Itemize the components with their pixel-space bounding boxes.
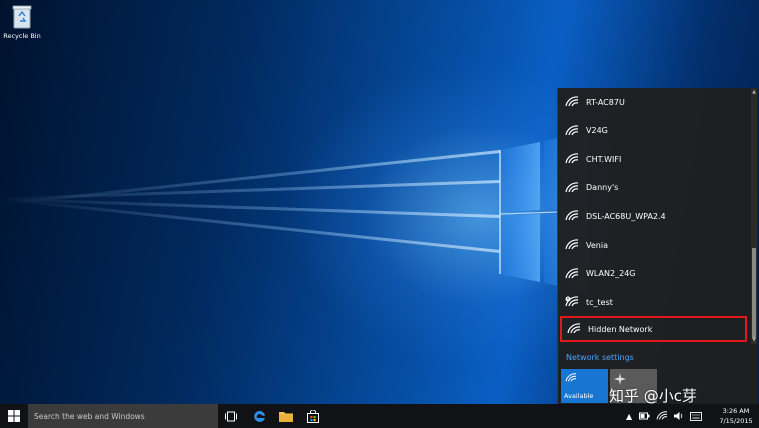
network-item[interactable]: tc_test (558, 288, 748, 316)
volume-icon[interactable] (674, 411, 684, 421)
recycle-bin-icon (12, 5, 32, 29)
recycle-bin-label: Recycle Bin (3, 32, 41, 40)
scroll-down-arrow-icon[interactable]: ▼ (751, 337, 757, 343)
network-name: WLAN2_24G (586, 269, 636, 279)
wifi-tile-label: Available (564, 392, 594, 400)
airplane-icon (614, 373, 626, 385)
secured-wifi-signal-icon (565, 239, 579, 250)
clock[interactable]: 3:26 AM 7/15/2015 (716, 406, 756, 426)
hidden-network-item[interactable]: Hidden Network (560, 316, 747, 342)
keyboard-icon[interactable] (690, 411, 703, 421)
battery-icon[interactable] (639, 411, 650, 421)
secured-wifi-signal-icon (565, 96, 579, 107)
network-item[interactable]: WLAN2_24G (558, 260, 748, 288)
secured-wifi-signal-icon (565, 153, 579, 164)
desktop: Recycle Bin RT-AC87U V24G CHT.WIFI Danny's D… (0, 0, 759, 428)
wifi-icon (565, 373, 577, 382)
store-button[interactable] (305, 408, 321, 424)
secured-wifi-signal-icon (565, 182, 579, 193)
task-view-button[interactable] (223, 408, 239, 424)
scrollbar-thumb[interactable] (752, 248, 756, 338)
folder-icon (279, 412, 293, 422)
network-flyout: RT-AC87U V24G CHT.WIFI Danny's DSL-AC68U_WPA… (557, 88, 758, 404)
wifi-toggle-tile[interactable]: Available (561, 369, 608, 403)
network-list-scrollbar[interactable]: ▲ ▼ (751, 88, 757, 344)
store-bag-icon (307, 409, 319, 423)
task-view-icon (225, 411, 237, 421)
clock-time: 3:26 AM (722, 407, 750, 415)
clock-date: 7/15/2015 (719, 417, 753, 425)
network-name: RT-AC87U (586, 97, 625, 107)
scroll-up-arrow-icon[interactable]: ▲ (751, 89, 757, 95)
network-settings-link[interactable]: Network settings (566, 353, 634, 362)
network-item[interactable]: Venia (558, 231, 748, 259)
network-item[interactable]: DSL-AC68U_WPA2.4 (558, 202, 748, 230)
hidden-network-label: Hidden Network (588, 324, 653, 334)
search-placeholder: Search the web and Windows (34, 411, 145, 421)
edge-icon (253, 410, 265, 422)
network-name: DSL-AC68U_WPA2.4 (586, 211, 666, 221)
network-name: CHT.WIFI (586, 154, 622, 164)
network-item[interactable]: V24G (558, 117, 748, 145)
file-explorer-button[interactable] (278, 408, 294, 424)
network-name: tc_test (586, 297, 613, 307)
recycle-bin[interactable]: Recycle Bin (2, 4, 42, 40)
wifi-signal-icon (567, 323, 581, 334)
edge-browser-button[interactable] (251, 408, 267, 424)
show-hidden-icons-chevron-up-icon[interactable]: ▲ (626, 412, 632, 421)
watermark: 知乎 @小c芽 (609, 387, 698, 405)
start-button[interactable] (0, 404, 28, 428)
network-name: V24G (586, 126, 608, 136)
secured-wifi-signal-icon (565, 267, 579, 278)
system-tray: ▲ (626, 404, 706, 428)
network-name: Danny's (586, 183, 619, 193)
network-item[interactable]: RT-AC87U (558, 88, 748, 116)
network-name: Venia (586, 240, 608, 250)
secured-wifi-signal-icon (565, 210, 579, 221)
secured-wifi-signal-icon (565, 124, 579, 135)
search-input[interactable]: Search the web and Windows (28, 404, 218, 428)
tray-wifi-icon[interactable] (656, 411, 668, 421)
open-wifi-warning-icon (565, 296, 579, 307)
windows-logo-icon (8, 410, 20, 422)
network-item[interactable]: CHT.WIFI (558, 145, 748, 173)
taskbar: Search the web and Windows ▲ 3:26 AM 7/1… (0, 404, 759, 428)
network-item[interactable]: Danny's (558, 174, 748, 202)
